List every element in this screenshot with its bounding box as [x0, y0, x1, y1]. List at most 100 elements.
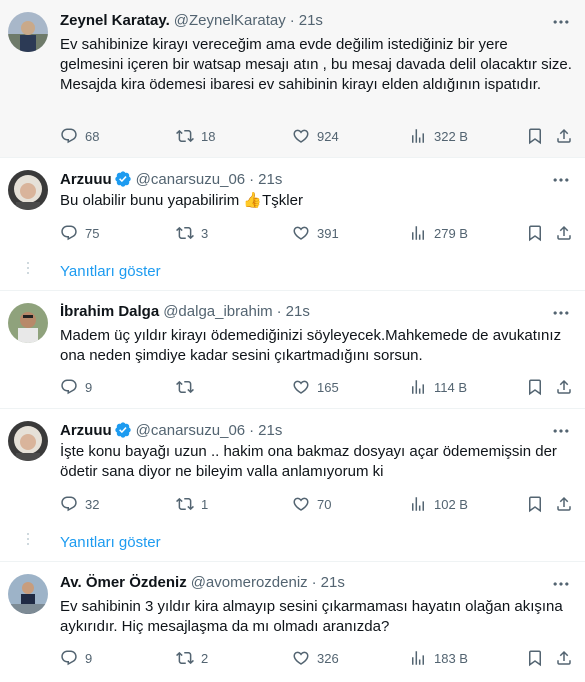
- bookmark-button[interactable]: [526, 495, 544, 513]
- more-icon[interactable]: [551, 574, 571, 594]
- show-replies-link[interactable]: Yanıtları göster: [60, 263, 161, 280]
- author-handle[interactable]: @dalga_ibrahim: [163, 303, 272, 320]
- more-icon[interactable]: [551, 421, 571, 441]
- author-name[interactable]: Arzuuu: [60, 171, 112, 188]
- views-button[interactable]: 183 B: [409, 649, 468, 667]
- bookmark-button[interactable]: [526, 649, 544, 667]
- avatar[interactable]: [8, 303, 48, 343]
- views-count: 322 B: [434, 128, 468, 144]
- more-icon[interactable]: [551, 170, 571, 190]
- views-icon: [409, 649, 427, 667]
- avatar[interactable]: [8, 12, 48, 52]
- tweet-header: Arzuuu @canarsuzu_06 · 21s: [60, 421, 282, 439]
- verified-badge-icon: [114, 170, 132, 188]
- retweet-count: 18: [201, 128, 216, 144]
- thread-connector: [27, 533, 29, 548]
- views-button[interactable]: 279 B: [409, 224, 468, 242]
- share-button[interactable]: [555, 224, 573, 242]
- author-handle[interactable]: @ZeynelKaratay: [174, 12, 286, 29]
- share-icon: [555, 649, 573, 667]
- timestamp[interactable]: 21s: [258, 171, 282, 188]
- reply-button[interactable]: 75: [60, 224, 99, 242]
- separator-dot: ·: [289, 12, 295, 29]
- thread-connector: [27, 262, 29, 277]
- retweet-count: 3: [201, 225, 209, 241]
- retweet-button[interactable]: 3: [176, 224, 208, 242]
- separator-dot: ·: [249, 170, 255, 188]
- tweet-header: Av. Ömer Özdeniz @avomerozdeniz · 21s: [60, 574, 345, 591]
- reply-icon: [60, 127, 78, 145]
- timestamp[interactable]: 21s: [258, 422, 282, 439]
- share-icon: [555, 224, 573, 242]
- tweet-5[interactable]: Av. Ömer Özdeniz @avomerozdeniz · 21s Ev…: [0, 562, 585, 682]
- share-button[interactable]: [555, 127, 573, 145]
- avatar[interactable]: [8, 170, 48, 210]
- like-count: 326: [317, 650, 339, 666]
- separator-dot: ·: [311, 574, 317, 591]
- views-icon: [409, 495, 427, 513]
- author-name[interactable]: Zeynel Karatay.: [60, 12, 170, 29]
- timestamp[interactable]: 21s: [286, 303, 310, 320]
- author-handle[interactable]: @avomerozdeniz: [191, 574, 308, 591]
- tweet-2[interactable]: Arzuuu @canarsuzu_06 · 21s Bu olabilir b…: [0, 158, 585, 291]
- retweet-button[interactable]: [176, 378, 201, 396]
- timestamp[interactable]: 21s: [321, 574, 345, 591]
- more-icon[interactable]: [551, 12, 571, 32]
- retweet-count: 1: [201, 496, 209, 512]
- retweet-count: 2: [201, 650, 209, 666]
- like-button[interactable]: 70: [292, 495, 331, 513]
- views-icon: [409, 224, 427, 242]
- retweet-button[interactable]: 18: [176, 127, 215, 145]
- retweet-icon: [176, 378, 194, 396]
- reply-button[interactable]: 9: [60, 649, 92, 667]
- reply-count: 68: [85, 128, 100, 144]
- like-button[interactable]: 165: [292, 378, 339, 396]
- avatar[interactable]: [8, 574, 48, 614]
- author-name[interactable]: Arzuuu: [60, 422, 112, 439]
- retweet-button[interactable]: 1: [176, 495, 208, 513]
- tweet-3[interactable]: İbrahim Dalga @dalga_ibrahim · 21s Madem…: [0, 291, 585, 409]
- author-handle[interactable]: @canarsuzu_06: [136, 171, 245, 188]
- share-button[interactable]: [555, 378, 573, 396]
- bookmark-button[interactable]: [526, 378, 544, 396]
- views-count: 114 B: [434, 379, 468, 395]
- reply-count: 9: [85, 650, 93, 666]
- more-icon[interactable]: [551, 303, 571, 323]
- reply-button[interactable]: 32: [60, 495, 99, 513]
- tweet-4[interactable]: Arzuuu @canarsuzu_06 · 21s İşte konu bay…: [0, 409, 585, 562]
- author-name[interactable]: Av. Ömer Özdeniz: [60, 574, 187, 591]
- share-button[interactable]: [555, 649, 573, 667]
- reply-count: 32: [85, 496, 100, 512]
- bookmark-icon: [526, 127, 544, 145]
- like-icon: [292, 127, 310, 145]
- views-button[interactable]: 114 B: [409, 378, 467, 396]
- timestamp[interactable]: 21s: [299, 12, 323, 29]
- author-name[interactable]: İbrahim Dalga: [60, 303, 159, 320]
- views-button[interactable]: 102 B: [409, 495, 468, 513]
- retweet-icon: [176, 224, 194, 242]
- share-icon: [555, 495, 573, 513]
- views-button[interactable]: 322 B: [409, 127, 468, 145]
- action-bar: 9 2 326 183 B: [60, 649, 575, 669]
- like-button[interactable]: 924: [292, 127, 339, 145]
- bookmark-icon: [526, 495, 544, 513]
- like-button[interactable]: 391: [292, 224, 339, 242]
- retweet-button[interactable]: 2: [176, 649, 208, 667]
- reply-count: 9: [85, 379, 93, 395]
- tweet-text: Bu olabilir bunu yapabilirim 👍Tşkler: [60, 192, 303, 209]
- tweet-1[interactable]: Zeynel Karatay. @ZeynelKaratay · 21s Ev …: [0, 0, 585, 158]
- like-icon: [292, 495, 310, 513]
- tweet-text: Madem üç yıldır kirayı ödemediğinizi söy…: [60, 327, 562, 364]
- action-bar: 75 3 391 279 B: [60, 224, 575, 244]
- like-button[interactable]: 326: [292, 649, 339, 667]
- avatar[interactable]: [8, 421, 48, 461]
- author-handle[interactable]: @canarsuzu_06: [136, 422, 245, 439]
- bookmark-button[interactable]: [526, 224, 544, 242]
- like-count: 70: [317, 496, 332, 512]
- bookmark-button[interactable]: [526, 127, 544, 145]
- share-button[interactable]: [555, 495, 573, 513]
- show-replies-link[interactable]: Yanıtları göster: [60, 534, 161, 551]
- verified-badge-icon: [114, 421, 132, 439]
- reply-button[interactable]: 68: [60, 127, 99, 145]
- reply-button[interactable]: 9: [60, 378, 92, 396]
